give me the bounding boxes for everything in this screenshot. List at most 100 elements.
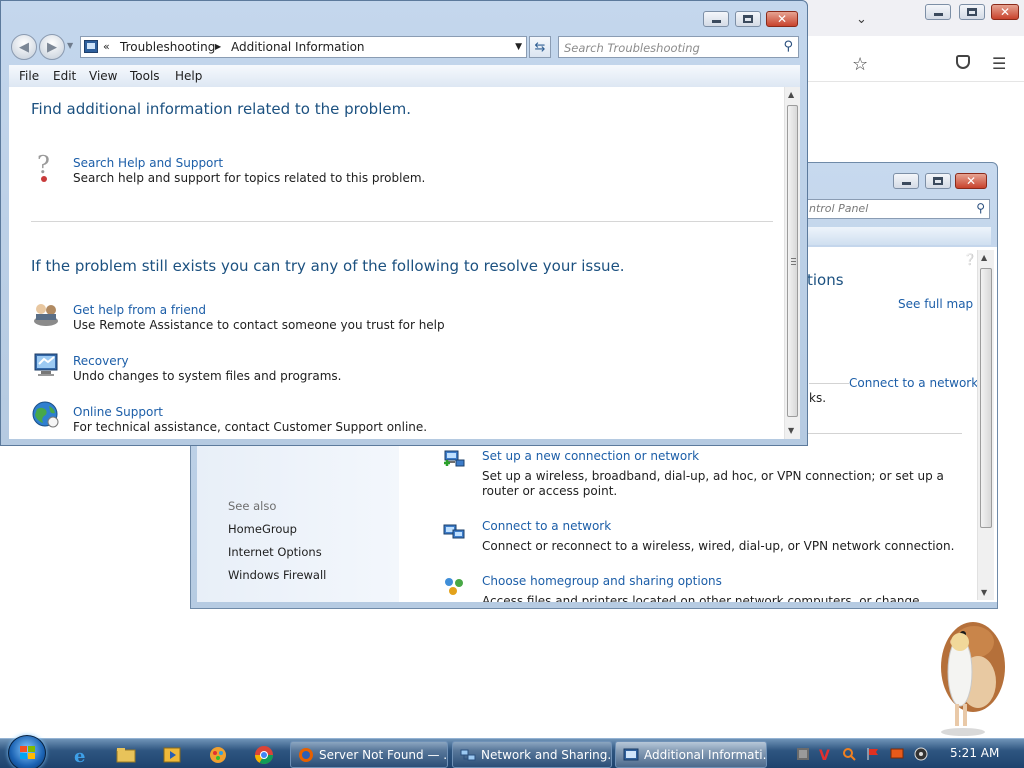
see-also-homegroup-link[interactable]: HomeGroup bbox=[228, 522, 297, 536]
taskbar-troubleshooting-task[interactable]: Additional Informati... bbox=[615, 741, 767, 768]
scroll-up-arrow-icon[interactable]: ▲ bbox=[981, 253, 987, 262]
paint-app-button[interactable] bbox=[198, 742, 238, 767]
refresh-icon: ⇆ bbox=[534, 39, 546, 55]
connect-to-network-link-right[interactable]: Connect to a network bbox=[849, 376, 978, 390]
nsc-search-input[interactable]: ntrol Panel ⚲ bbox=[806, 199, 990, 219]
task-label: Additional Informati... bbox=[644, 748, 767, 762]
breadcrumb-separator-icon[interactable]: ▶ bbox=[215, 42, 221, 51]
scroll-down-arrow-icon[interactable]: ▼ bbox=[788, 426, 794, 435]
menu-file[interactable]: File bbox=[19, 69, 39, 83]
maximize-button[interactable] bbox=[735, 11, 761, 27]
setup-new-connection-link[interactable]: Set up a new connection or network bbox=[482, 449, 699, 463]
nsc-search-placeholder: ntrol Panel bbox=[809, 202, 869, 215]
search-icon[interactable]: ⚲ bbox=[783, 39, 793, 54]
homegroup-sharing-desc: Access files and printers located on oth… bbox=[482, 594, 920, 602]
address-overflow-icon[interactable]: « bbox=[103, 40, 110, 53]
network-map-line bbox=[809, 383, 849, 384]
firefox-tabstrip: ⌄ ✕ bbox=[800, 0, 1024, 36]
address-bar[interactable]: « Troubleshooting ▶ Additional Informati… bbox=[80, 36, 527, 58]
tray-app-icon[interactable] bbox=[796, 747, 810, 761]
menu-view[interactable]: View bbox=[89, 69, 117, 83]
scroll-up-arrow-icon[interactable]: ▲ bbox=[788, 90, 794, 99]
internet-explorer-button[interactable]: e bbox=[62, 742, 102, 767]
search-icon[interactable]: ⚲ bbox=[976, 201, 985, 215]
search-placeholder: Search Troubleshooting bbox=[564, 41, 700, 55]
see-full-map-link[interactable]: See full map bbox=[898, 297, 973, 311]
nsc-heading: tions bbox=[807, 271, 844, 289]
grip-line bbox=[791, 264, 796, 265]
nsc-minimize-button[interactable] bbox=[893, 173, 919, 189]
firefox-restore-button[interactable] bbox=[959, 4, 985, 20]
scroll-thumb[interactable] bbox=[980, 268, 992, 528]
network-connect-icon bbox=[443, 524, 465, 539]
network-center-icon bbox=[460, 749, 476, 761]
homegroup-sharing-link[interactable]: Choose homegroup and sharing options bbox=[482, 574, 722, 588]
firefox-close-button[interactable]: ✕ bbox=[991, 4, 1019, 20]
heading-find-info: Find additional information related to t… bbox=[31, 100, 411, 118]
see-also-internet-options-link[interactable]: Internet Options bbox=[228, 545, 322, 559]
connect-to-network-link[interactable]: Connect to a network bbox=[482, 519, 611, 533]
see-also-windows-firewall-link[interactable]: Windows Firewall bbox=[228, 568, 326, 582]
clock[interactable]: 5:21 AM bbox=[950, 746, 999, 760]
scroll-down-arrow-icon[interactable]: ▼ bbox=[981, 588, 987, 597]
breadcrumb-troubleshooting[interactable]: Troubleshooting bbox=[120, 40, 215, 54]
see-also-label: See also bbox=[228, 499, 277, 513]
tray-search-icon[interactable] bbox=[842, 747, 856, 761]
online-support-link[interactable]: Online Support bbox=[73, 405, 163, 419]
nsc-close-button[interactable]: ✕ bbox=[955, 173, 987, 189]
refresh-button[interactable]: ⇆ bbox=[529, 36, 551, 58]
pocket-icon[interactable] bbox=[956, 55, 970, 69]
task-label: Network and Sharing... bbox=[481, 748, 612, 762]
scroll-thumb[interactable] bbox=[787, 105, 798, 417]
nsc-restore-button[interactable] bbox=[925, 173, 951, 189]
troubleshooting-icon bbox=[623, 748, 639, 761]
search-input[interactable]: Search Troubleshooting ⚲ bbox=[558, 36, 799, 58]
address-dropdown-icon[interactable]: ▼ bbox=[515, 42, 522, 52]
file-explorer-button[interactable] bbox=[106, 742, 146, 767]
tray-flag-icon[interactable] bbox=[866, 747, 880, 761]
firefox-toolbar: ☆ ☰ bbox=[800, 46, 1024, 82]
connect-to-network-desc: Connect or reconnect to a wireless, wire… bbox=[482, 539, 955, 553]
search-help-support-link[interactable]: Search Help and Support bbox=[73, 156, 223, 170]
tray-monitor-icon[interactable] bbox=[890, 747, 904, 761]
media-player-button[interactable] bbox=[152, 742, 192, 767]
new-connection-icon bbox=[444, 450, 465, 467]
online-support-desc: For technical assistance, contact Custom… bbox=[73, 420, 428, 434]
minimize-button[interactable] bbox=[703, 11, 729, 27]
tray-volume-icon[interactable] bbox=[914, 747, 928, 761]
back-arrow-icon: ◀ bbox=[19, 39, 29, 55]
menu-tools[interactable]: Tools bbox=[130, 69, 160, 83]
breadcrumb-additional-information[interactable]: Additional Information bbox=[231, 40, 365, 54]
media-player-icon bbox=[163, 747, 181, 762]
bookmark-star-icon[interactable]: ☆ bbox=[852, 54, 868, 75]
taskbar-network-task[interactable]: Network and Sharing... bbox=[452, 741, 612, 768]
paint-icon bbox=[210, 746, 226, 763]
nsc-vertical-scrollbar[interactable]: ▲ ▼ bbox=[977, 250, 994, 600]
back-button[interactable]: ◀ bbox=[11, 34, 37, 60]
svg-text:e: e bbox=[74, 746, 85, 765]
folder-icon bbox=[116, 747, 136, 762]
start-button[interactable] bbox=[8, 735, 46, 768]
desktop-mascot-image[interactable] bbox=[918, 612, 1008, 738]
homegroup-icon bbox=[445, 578, 463, 595]
vertical-scrollbar[interactable]: ▲ ▼ bbox=[784, 87, 800, 439]
close-button[interactable]: ✕ bbox=[766, 11, 798, 27]
grip-line bbox=[791, 258, 796, 259]
recent-pages-dropdown-icon[interactable]: ▼ bbox=[67, 41, 73, 50]
firefox-minimize-button[interactable] bbox=[925, 4, 951, 20]
hamburger-menu-icon[interactable]: ☰ bbox=[992, 54, 1006, 73]
chrome-button[interactable] bbox=[244, 742, 284, 767]
help-question-icon: ? bbox=[37, 151, 50, 182]
taskbar-firefox-task[interactable]: Server Not Found — ... bbox=[290, 741, 448, 768]
tray-antivirus-icon[interactable]: V bbox=[818, 747, 832, 761]
tab-list-chevron-icon[interactable]: ⌄ bbox=[856, 12, 867, 27]
recovery-link[interactable]: Recovery bbox=[73, 354, 129, 368]
menu-edit[interactable]: Edit bbox=[53, 69, 76, 83]
get-help-friend-link[interactable]: Get help from a friend bbox=[73, 303, 206, 317]
menu-bar: File Edit View Tools Help bbox=[9, 65, 800, 87]
forward-button[interactable]: ▶ bbox=[39, 34, 65, 60]
help-icon[interactable]: ❔ bbox=[963, 253, 977, 266]
grip-line bbox=[791, 261, 796, 262]
globe-icon bbox=[32, 401, 59, 428]
menu-help[interactable]: Help bbox=[175, 69, 202, 83]
